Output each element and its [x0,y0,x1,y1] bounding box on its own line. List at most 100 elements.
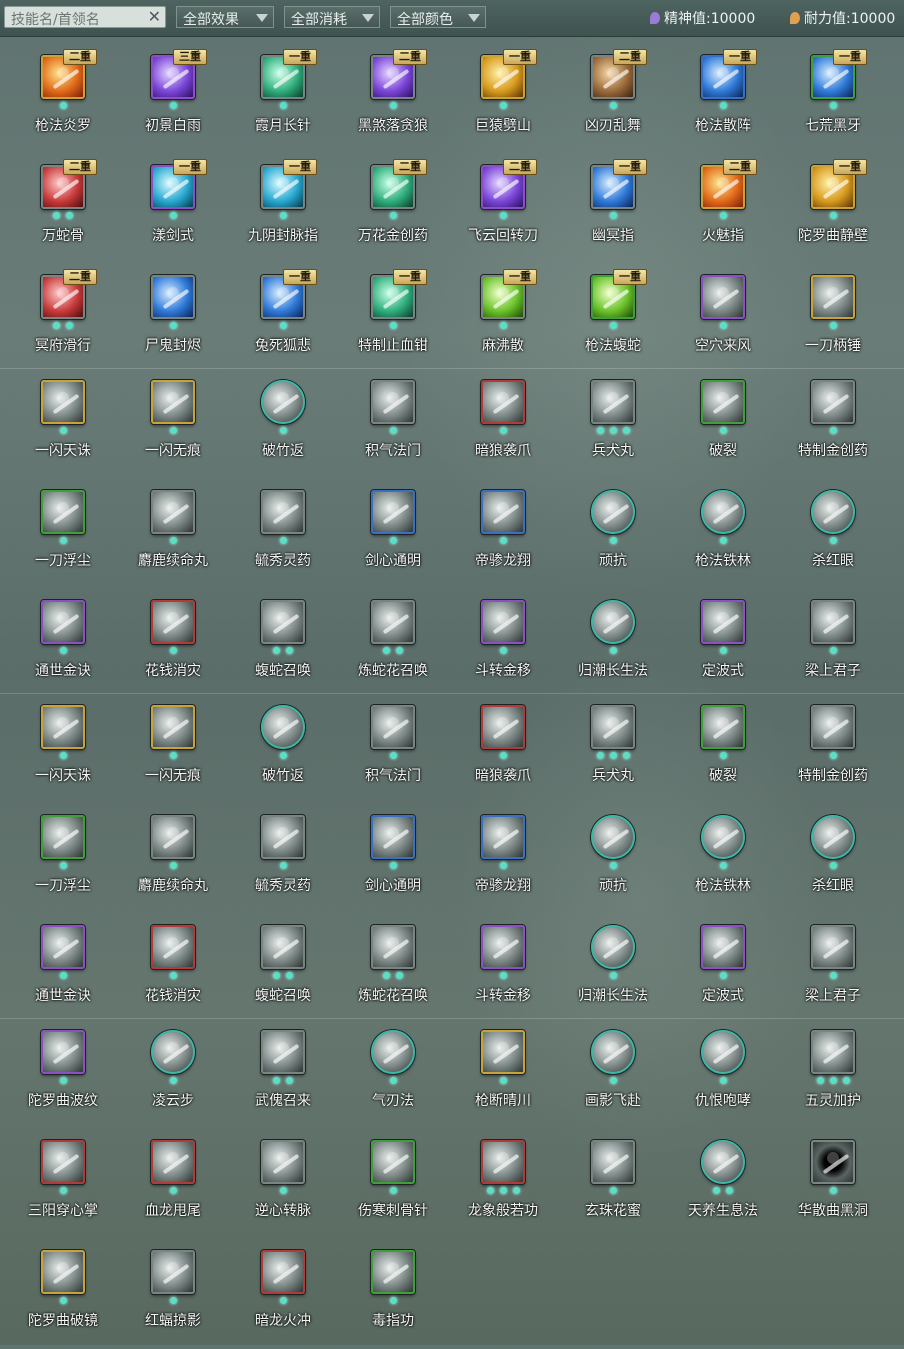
skill-icon[interactable] [151,1030,195,1074]
skill-slot[interactable]: 一刀浮尘 [8,479,118,589]
skill-icon[interactable] [701,1140,745,1184]
skill-slot[interactable]: 五灵加护 [778,1019,888,1129]
skill-icon[interactable] [591,815,635,859]
skill-slot[interactable]: 空穴来风 [668,264,778,374]
skill-icon[interactable] [151,1250,195,1294]
skill-slot[interactable]: 一重 麻沸散 [448,264,558,374]
color-filter-dropdown[interactable]: 全部颜色 [390,6,486,28]
skill-slot[interactable]: 二重 冥府滑行 [8,264,118,374]
skill-icon[interactable] [261,1140,305,1184]
skill-slot[interactable]: 一闪无痕 [118,694,228,804]
skill-icon[interactable] [261,1250,305,1294]
skill-slot[interactable]: 陀罗曲波纹 [8,1019,118,1129]
skill-slot[interactable]: 一闪无痕 [118,369,228,479]
skill-slot[interactable]: 蝮蛇召唤 [228,589,338,699]
skill-icon[interactable] [151,490,195,534]
skill-slot[interactable]: 破裂 [668,694,778,804]
skill-icon[interactable] [261,380,305,424]
skill-icon[interactable] [701,1030,745,1074]
skill-icon[interactable] [371,1250,415,1294]
skill-slot[interactable]: 血龙甩尾 [118,1129,228,1239]
skill-slot[interactable]: 二重 黑煞落贪狼 [338,44,448,154]
skill-icon[interactable] [811,380,855,424]
skill-slot[interactable]: 一重 兔死狐悲 [228,264,338,374]
skill-slot[interactable]: 枪法铁林 [668,804,778,914]
skill-icon[interactable] [481,600,525,644]
skill-slot[interactable]: 归潮长生法 [558,589,668,699]
skill-icon[interactable] [151,600,195,644]
skill-icon[interactable] [701,490,745,534]
skill-slot[interactable]: 毓秀灵药 [228,479,338,589]
skill-icon[interactable] [811,705,855,749]
skill-slot[interactable]: 剑心通明 [338,804,448,914]
skill-slot[interactable]: 一重 特制止血钳 [338,264,448,374]
skill-icon[interactable] [701,815,745,859]
skill-slot[interactable]: 定波式 [668,589,778,699]
skill-slot[interactable]: 兵犬丸 [558,694,668,804]
skill-icon[interactable] [701,275,745,319]
skill-icon[interactable] [41,815,85,859]
search-input[interactable]: 技能名/首领名 ✕ [4,6,166,28]
skill-slot[interactable]: 积气法门 [338,694,448,804]
skill-icon[interactable] [371,815,415,859]
skill-icon[interactable] [261,925,305,969]
skill-slot[interactable]: 陀罗曲破镜 [8,1239,118,1349]
skill-slot[interactable]: 二重 万花金创药 [338,154,448,264]
skill-icon[interactable] [701,925,745,969]
skill-icon[interactable] [591,380,635,424]
skill-icon[interactable] [591,1140,635,1184]
skill-icon[interactable] [371,490,415,534]
skill-slot[interactable]: 蝮蛇召唤 [228,914,338,1024]
skill-slot[interactable]: 暗狼袭爪 [448,369,558,479]
skill-slot[interactable]: 顽抗 [558,479,668,589]
skill-icon[interactable] [811,925,855,969]
skill-slot[interactable]: 破裂 [668,369,778,479]
skill-icon[interactable] [371,925,415,969]
skill-slot[interactable]: 毒指功 [338,1239,448,1349]
skill-slot[interactable]: 炼蛇花召唤 [338,589,448,699]
skill-slot[interactable]: 红蝠掠影 [118,1239,228,1349]
skill-icon[interactable] [261,705,305,749]
skill-icon[interactable] [591,1030,635,1074]
skill-icon[interactable] [811,815,855,859]
skill-slot[interactable]: 杀红眼 [778,479,888,589]
skill-slot[interactable]: 天养生息法 [668,1129,778,1239]
skill-slot[interactable]: 花钱消灾 [118,589,228,699]
skill-slot[interactable]: 一重 枪法散阵 [668,44,778,154]
skill-slot[interactable]: 斗转金移 [448,589,558,699]
skill-slot[interactable]: 特制金创药 [778,369,888,479]
skill-slot[interactable]: 帝骖龙翔 [448,479,558,589]
skill-icon[interactable] [151,925,195,969]
skill-icon[interactable] [41,380,85,424]
skill-icon[interactable] [151,380,195,424]
skill-icon[interactable] [701,380,745,424]
skill-icon[interactable] [591,490,635,534]
skill-slot[interactable]: 暗狼袭爪 [448,694,558,804]
effect-filter-dropdown[interactable]: 全部效果 [176,6,274,28]
skill-slot[interactable]: 一重 巨猿劈山 [448,44,558,154]
skill-slot[interactable]: 一重 霞月长针 [228,44,338,154]
skill-icon[interactable] [261,600,305,644]
skill-icon[interactable] [701,600,745,644]
skill-slot[interactable]: 通世金诀 [8,914,118,1024]
skill-slot[interactable]: 兵犬丸 [558,369,668,479]
skill-slot[interactable]: 一刀浮尘 [8,804,118,914]
skill-icon[interactable] [151,275,195,319]
skill-icon[interactable] [371,1140,415,1184]
skill-slot[interactable]: 三重 初景白雨 [118,44,228,154]
skill-slot[interactable]: 暗龙火冲 [228,1239,338,1349]
skill-icon[interactable] [591,600,635,644]
skill-slot[interactable]: 一重 七荒黑牙 [778,44,888,154]
skill-icon[interactable] [41,1140,85,1184]
skill-slot[interactable]: 尸鬼封烬 [118,264,228,374]
skill-slot[interactable]: 杀红眼 [778,804,888,914]
skill-slot[interactable]: 逆心转脉 [228,1129,338,1239]
skill-slot[interactable]: 麝鹿续命丸 [118,479,228,589]
skill-slot[interactable]: 梁上君子 [778,589,888,699]
skill-slot[interactable]: 画影飞赴 [558,1019,668,1129]
skill-icon[interactable] [151,1140,195,1184]
clear-icon[interactable]: ✕ [148,7,161,26]
skill-slot[interactable]: 通世金诀 [8,589,118,699]
skill-slot[interactable]: 一重 陀罗曲静壁 [778,154,888,264]
skill-icon[interactable] [41,490,85,534]
